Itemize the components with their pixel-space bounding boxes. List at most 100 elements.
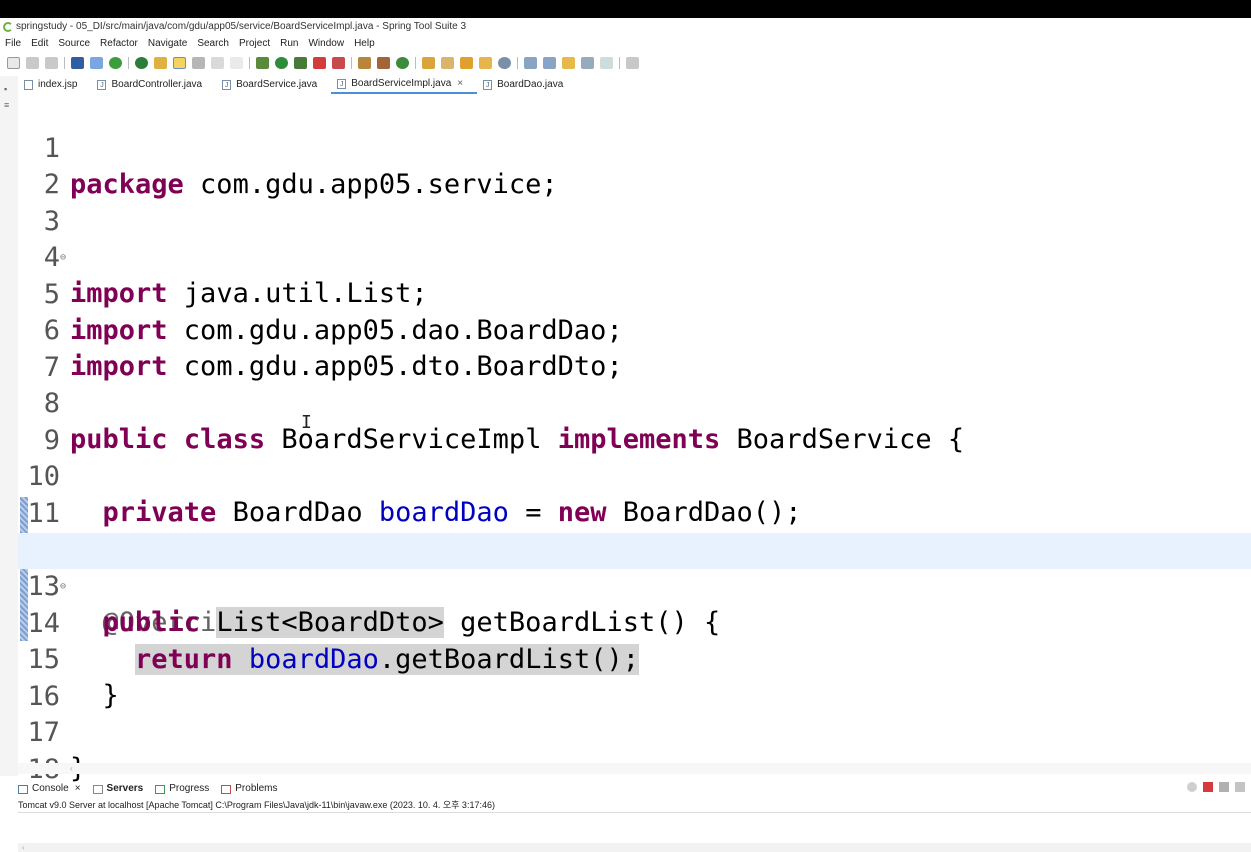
disconnect-icon[interactable] (1187, 782, 1197, 792)
debug-icon[interactable] (256, 57, 269, 69)
save-icon[interactable] (26, 57, 39, 69)
next-annotation-icon[interactable] (524, 57, 537, 69)
forward-icon[interactable] (600, 57, 613, 69)
terminate-icon[interactable] (1203, 782, 1213, 792)
coverage-icon[interactable] (294, 57, 307, 69)
remove-all-icon[interactable] (1235, 782, 1245, 792)
tab-problems[interactable]: Problems (221, 780, 278, 798)
document-icon[interactable] (211, 57, 224, 69)
code-line-4: 4 (18, 204, 1251, 273)
open-task-icon[interactable] (441, 57, 454, 69)
close-icon[interactable]: × (457, 75, 463, 93)
link-icon[interactable] (192, 57, 205, 69)
skip-breakpoints-icon[interactable] (90, 57, 103, 69)
console-process-label: Tomcat v9.0 Server at localhost [Apache … (18, 798, 1251, 813)
open-type-icon[interactable] (422, 57, 435, 69)
title-bar: springstudy - 05_DI/src/main/java/com/gd… (0, 18, 1251, 36)
tab-console[interactable]: Console × (18, 780, 81, 798)
back-icon[interactable] (581, 57, 594, 69)
tab-label: BoardService.java (236, 79, 318, 90)
new-icon[interactable] (7, 57, 20, 69)
tab-board-service-impl[interactable]: J BoardServiceImpl.java × (331, 75, 478, 94)
code-line-18: 18 (18, 716, 1251, 785)
code-line-8: 8 public class BoardServiceImpl implemen… (18, 350, 1251, 455)
progress-icon (155, 784, 166, 794)
toolbar-separator (415, 57, 416, 69)
toolbar-separator (249, 57, 250, 69)
code-line-17: 17 } (18, 679, 1251, 784)
menu-project[interactable]: Project (239, 38, 270, 49)
code-line-9: 9 (18, 387, 1251, 456)
toolbar-separator (64, 57, 65, 69)
toolbar-separator (517, 57, 518, 69)
new-java-project-icon[interactable] (358, 57, 371, 69)
code-line-6: 6 import com.gdu.app05.dto.BoardDto; (18, 277, 1251, 382)
menu-search[interactable]: Search (197, 38, 229, 49)
editor-horizontal-scrollbar[interactable]: ‹ (18, 763, 1251, 774)
code-line-3: 3 ⊖ import java.util.List; (18, 168, 1251, 309)
tab-board-controller[interactable]: J BoardController.java (91, 76, 216, 94)
code-line-7: 7 (18, 314, 1251, 383)
tab-board-service[interactable]: J BoardService.java (216, 76, 331, 94)
console-output[interactable] (18, 813, 1251, 843)
run-icon[interactable] (275, 57, 288, 69)
console-horizontal-scrollbar[interactable]: ‹ (18, 843, 1251, 852)
globe-icon[interactable] (498, 57, 511, 69)
tab-label: BoardController.java (111, 79, 203, 90)
menu-help[interactable]: Help (354, 38, 375, 49)
search-icon[interactable] (460, 57, 473, 69)
editor-tab-bar: index.jsp J BoardController.java J BoardSe… (18, 76, 1251, 95)
tab-servers[interactable]: Servers (92, 780, 144, 798)
code-line-5: 5 import com.gdu.app05.dao.BoardDao; (18, 241, 1251, 346)
tab-progress[interactable]: Progress (155, 780, 209, 798)
menu-edit[interactable]: Edit (31, 38, 48, 49)
outline-icon[interactable]: ≡ (4, 100, 13, 110)
tab-index-jsp[interactable]: index.jsp (18, 76, 91, 94)
code-line-11: 11 (18, 460, 1251, 529)
new-class-icon[interactable] (396, 57, 409, 69)
stop-icon[interactable] (313, 57, 326, 69)
menu-source[interactable]: Source (58, 38, 90, 49)
code-line-2: 2 (18, 131, 1251, 200)
console-tab-bar: Console × Servers Progress Problems (18, 780, 1251, 798)
pilcrow-icon[interactable] (230, 57, 243, 69)
terminal-icon[interactable] (71, 57, 84, 69)
window-title: springstudy - 05_DI/src/main/java/com/gd… (16, 21, 467, 32)
tab-label: BoardDao.java (497, 79, 564, 90)
save-all-icon[interactable] (45, 57, 58, 69)
last-edit-icon[interactable] (562, 57, 575, 69)
java-file-icon: J (483, 80, 493, 90)
external-tools-icon[interactable] (332, 57, 345, 69)
tab-label: index.jsp (38, 79, 78, 90)
menu-navigate[interactable]: Navigate (148, 38, 187, 49)
spring-boot-icon[interactable] (109, 57, 122, 69)
new-package-icon[interactable] (377, 57, 390, 69)
menu-window[interactable]: Window (308, 38, 344, 49)
text-cursor-icon: I (301, 412, 312, 433)
top-black-bar (0, 0, 1251, 18)
remove-launch-icon[interactable] (1219, 782, 1229, 792)
servers-icon (92, 784, 103, 794)
code-editor[interactable]: 1 package com.gdu.app05.service; 2 3 ⊖ i… (18, 94, 1251, 785)
java-file-icon: J (222, 80, 232, 90)
tab-label: Problems (235, 783, 278, 794)
mark-occurrences-icon[interactable] (173, 57, 186, 69)
open-folder-icon[interactable] (479, 57, 492, 69)
menu-file[interactable]: File (5, 38, 21, 49)
code-line-10: 10 private BoardDao boardDao = new Board… (18, 423, 1251, 528)
tab-board-dao[interactable]: J BoardDao.java (477, 76, 577, 94)
tab-label: Progress (169, 783, 210, 794)
tab-label: Servers (106, 783, 144, 794)
close-icon[interactable]: × (75, 780, 81, 798)
previous-annotation-icon[interactable] (543, 57, 556, 69)
code-line-15: 15 } (18, 606, 1251, 711)
menu-run[interactable]: Run (280, 38, 298, 49)
pin-icon[interactable] (154, 57, 167, 69)
menu-refactor[interactable]: Refactor (100, 38, 138, 49)
trim-restore-icon[interactable]: ▪ (4, 84, 13, 94)
console-icon (18, 784, 28, 794)
pin-editor-icon[interactable] (626, 57, 639, 69)
refresh-icon[interactable] (135, 57, 148, 69)
code-line-12: 12 ⊖ @Override (18, 497, 1251, 638)
java-file-icon: J (337, 79, 347, 89)
